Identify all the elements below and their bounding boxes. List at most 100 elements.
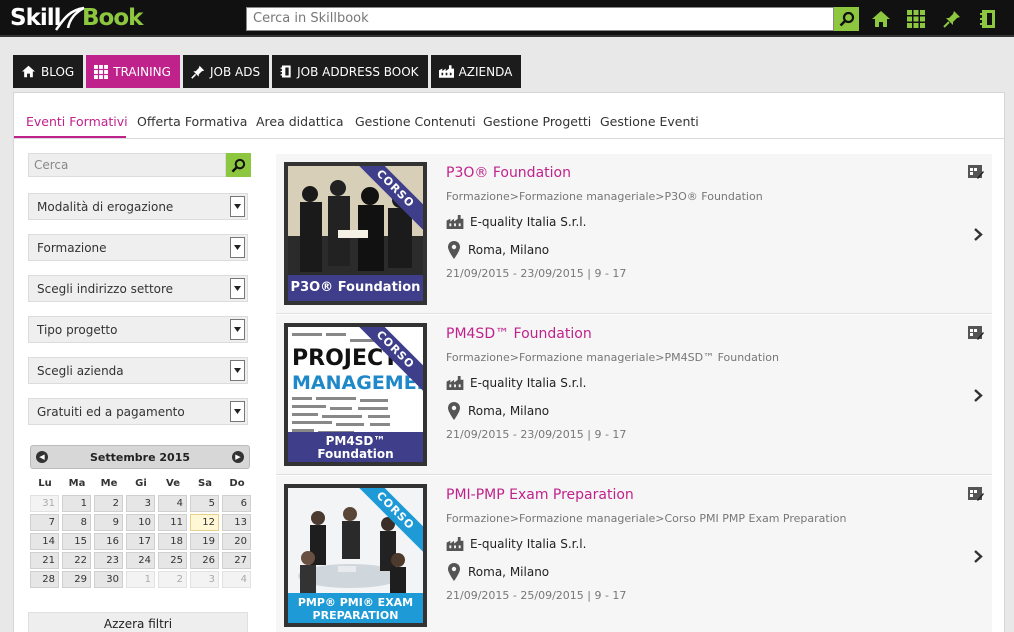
- edit-calendar-button[interactable]: [968, 486, 984, 505]
- event-company: E-quality Italia S.r.l.: [446, 376, 586, 390]
- calendar-prev-button[interactable]: ◀: [36, 451, 48, 463]
- nav-azienda-label: AZIENDA: [458, 64, 513, 79]
- event-open-button[interactable]: [974, 226, 983, 245]
- calendar-day[interactable]: 10: [126, 514, 155, 531]
- thumbnail-caption: P3O® Foundation: [288, 275, 423, 301]
- calendar-day[interactable]: 25: [158, 552, 187, 569]
- tab-area-didattica[interactable]: Area didattica: [256, 114, 344, 129]
- dropdown-arrow-icon: [230, 401, 245, 422]
- calendar-day[interactable]: 4: [222, 571, 251, 588]
- calendar-day[interactable]: 27: [222, 552, 251, 569]
- apps-button[interactable]: [905, 8, 927, 30]
- nav-job-ads[interactable]: JOB ADS: [182, 55, 270, 88]
- select-label: Scegli azienda: [37, 364, 124, 378]
- calendar-day[interactable]: 3: [126, 495, 155, 512]
- calendar-day[interactable]: 13: [222, 514, 251, 531]
- logo-skill-text: Skill: [10, 5, 62, 31]
- event-open-button[interactable]: [974, 387, 983, 406]
- tab-gestione-eventi[interactable]: Gestione Eventi: [600, 114, 699, 129]
- calendar-day[interactable]: 15: [62, 533, 91, 550]
- event-open-button[interactable]: [974, 548, 983, 567]
- calendar-day[interactable]: 31: [30, 495, 59, 512]
- calendar-day[interactable]: 2: [94, 495, 123, 512]
- select-indirizzo-settore[interactable]: Scegli indirizzo settore: [28, 275, 248, 302]
- calendar-day[interactable]: 18: [158, 533, 187, 550]
- calendar-day[interactable]: 9: [94, 514, 123, 531]
- edit-calendar-button[interactable]: [968, 164, 984, 183]
- nav-training[interactable]: TRAINING: [86, 55, 180, 88]
- event-card[interactable]: CORSO PMP® PMI® EXAM PREPARATION PMI-PMP…: [276, 476, 992, 632]
- nav-blog[interactable]: BLOG: [13, 55, 84, 88]
- calendar-weekday: Gi: [135, 478, 147, 489]
- calendar-day[interactable]: 12: [190, 514, 219, 531]
- global-search-input[interactable]: Cerca in Skillbook: [246, 7, 834, 31]
- nav-job-address-book[interactable]: JOB ADDRESS BOOK: [272, 55, 428, 88]
- thumbnail-caption: PMP® PMI® EXAM PREPARATION: [288, 593, 423, 623]
- calendar-day[interactable]: 14: [30, 533, 59, 550]
- nav-job-address-book-label: JOB ADDRESS BOOK: [297, 64, 419, 79]
- calendar-weekday: Lu: [38, 478, 52, 489]
- logo-book-text: Book: [82, 5, 143, 31]
- event-card[interactable]: PROJECT MANAGEMENT CORSO PM4SD™ Foundati…: [276, 315, 992, 475]
- event-title[interactable]: P3O® Foundation: [446, 165, 571, 181]
- event-thumbnail[interactable]: PROJECT MANAGEMENT CORSO PM4SD™ Foundati…: [284, 323, 427, 466]
- skillbook-logo[interactable]: Skill Book: [10, 4, 150, 34]
- tab-gestione-progetti[interactable]: Gestione Progetti: [483, 114, 591, 129]
- calendar-day[interactable]: 28: [30, 571, 59, 588]
- factory-icon: [438, 65, 454, 78]
- calendar-day[interactable]: 4: [158, 495, 187, 512]
- calendar-day[interactable]: 16: [94, 533, 123, 550]
- select-modalita-erogazione[interactable]: Modalità di erogazione: [28, 193, 248, 220]
- calendar-day[interactable]: 1: [62, 495, 91, 512]
- pin-button[interactable]: [941, 8, 963, 30]
- calendar-day[interactable]: 29: [62, 571, 91, 588]
- event-location: Roma, Milano: [446, 241, 549, 259]
- select-tipo-progetto[interactable]: Tipo progetto: [28, 316, 248, 343]
- calendar-day[interactable]: 26: [190, 552, 219, 569]
- pin-icon: [943, 11, 960, 28]
- calendar-day[interactable]: 8: [62, 514, 91, 531]
- select-label: Tipo progetto: [37, 323, 118, 337]
- select-gratuiti-pagamento[interactable]: Gratuiti ed a pagamento: [28, 398, 248, 425]
- tab-gestione-contenuti[interactable]: Gestione Contenuti: [355, 114, 476, 129]
- calendar-day[interactable]: 1: [126, 571, 155, 588]
- edit-calendar-icon: [968, 326, 984, 340]
- bookmark-button[interactable]: [977, 8, 999, 30]
- event-title[interactable]: PM4SD™ Foundation: [446, 326, 592, 342]
- home-icon: [22, 65, 35, 78]
- calendar-day[interactable]: 3: [190, 571, 219, 588]
- calendar-day[interactable]: 30: [94, 571, 123, 588]
- event-location-text: Roma, Milano: [468, 565, 550, 579]
- tab-eventi-formativi[interactable]: Eventi Formativi: [26, 114, 128, 129]
- calendar-day[interactable]: 20: [222, 533, 251, 550]
- filter-search-button[interactable]: [226, 153, 251, 177]
- select-azienda[interactable]: Scegli azienda: [28, 357, 248, 384]
- calendar-day[interactable]: 19: [190, 533, 219, 550]
- event-title[interactable]: PMI-PMP Exam Preparation: [446, 487, 634, 503]
- home-button[interactable]: [870, 8, 892, 30]
- event-thumbnail[interactable]: CORSO PMP® PMI® EXAM PREPARATION: [284, 484, 427, 627]
- tab-offerta-formativa[interactable]: Offerta Formativa: [137, 114, 247, 129]
- reset-filters-button[interactable]: Azzera filtri: [28, 612, 248, 632]
- calendar-day[interactable]: 6: [222, 495, 251, 512]
- top-bar: Skill Book Cerca in Skillbook: [0, 0, 1014, 37]
- chevron-right-icon: [974, 228, 983, 241]
- calendar-day[interactable]: 21: [30, 552, 59, 569]
- calendar-day[interactable]: 11: [158, 514, 187, 531]
- calendar-day[interactable]: 22: [62, 552, 91, 569]
- calendar-day[interactable]: 24: [126, 552, 155, 569]
- calendar-day[interactable]: 7: [30, 514, 59, 531]
- select-formazione[interactable]: Formazione: [28, 234, 248, 261]
- filter-search-input[interactable]: Cerca: [28, 153, 226, 177]
- calendar-day[interactable]: 2: [158, 571, 187, 588]
- calendar-next-button[interactable]: ▶: [232, 451, 244, 463]
- calendar-day[interactable]: 5: [190, 495, 219, 512]
- event-thumbnail[interactable]: CORSO P3O® Foundation: [284, 162, 427, 305]
- edit-calendar-button[interactable]: [968, 325, 984, 344]
- event-card[interactable]: CORSO P3O® Foundation P3O® Foundation Fo…: [276, 154, 992, 314]
- calendar-day[interactable]: 17: [126, 533, 155, 550]
- nav-azienda[interactable]: AZIENDA: [430, 55, 522, 88]
- event-dates: 21/09/2015 - 23/09/2015 | 9 - 17: [446, 267, 627, 280]
- calendar-day[interactable]: 23: [94, 552, 123, 569]
- global-search-button[interactable]: [834, 7, 859, 31]
